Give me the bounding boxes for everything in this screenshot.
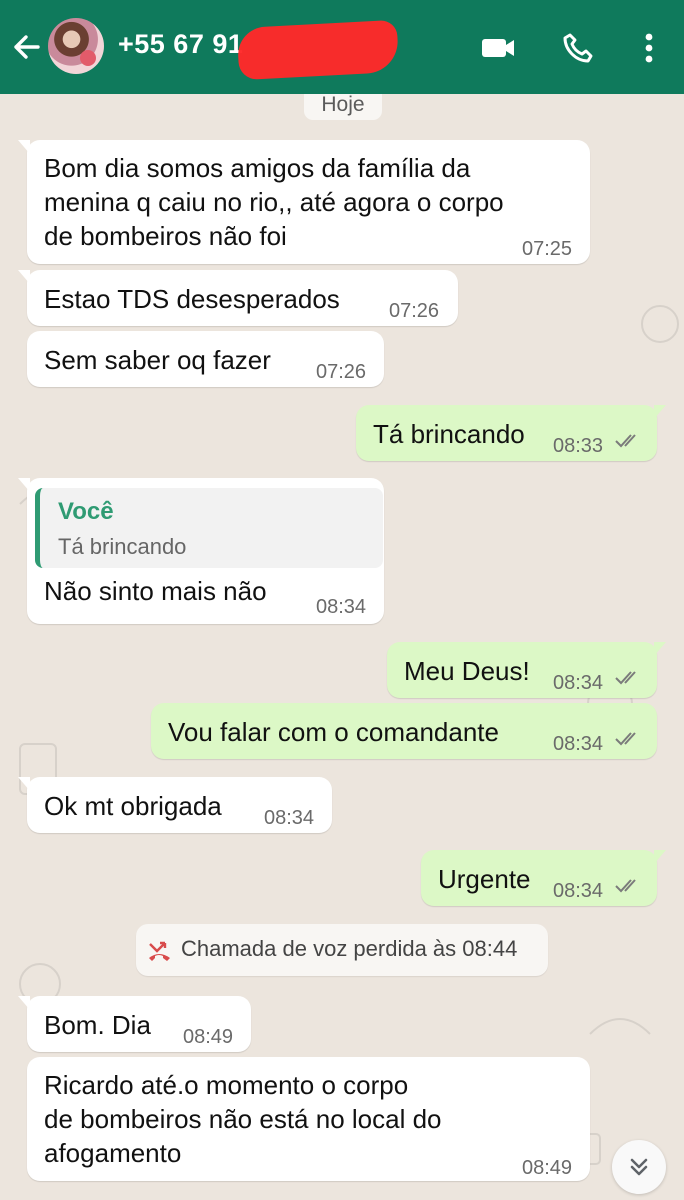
message-outgoing[interactable]: Urgente 08:34 <box>421 850 666 906</box>
message-line: afogamento <box>44 1138 182 1168</box>
message-incoming[interactable]: Ok mt obrigada 08:34 <box>18 777 332 833</box>
video-call-icon <box>482 39 514 57</box>
read-ticks-icon <box>615 434 636 448</box>
read-ticks-icon <box>615 879 636 893</box>
message-line: Bom dia somos amigos da família da <box>44 153 471 183</box>
chat-header: +55 67 91 <box>0 0 684 94</box>
voice-call-button[interactable] <box>557 28 599 68</box>
message-time: 08:34 <box>264 807 315 829</box>
message-text: Tá brincando <box>373 419 525 449</box>
message-time: 07:26 <box>389 300 440 322</box>
redaction-scribble <box>236 19 400 81</box>
message-incoming[interactable]: Bom dia somos amigos da família da menin… <box>18 140 590 264</box>
message-incoming[interactable]: Ricardo até.o momento o corpo de bombeir… <box>27 1057 590 1181</box>
message-time: 08:34 <box>553 672 604 694</box>
read-ticks-icon <box>615 671 636 685</box>
chat-area[interactable]: Hoje Bom dia somos amigos da família da … <box>0 94 684 1200</box>
message-text: Ricardo até.o momento o corpo de bombeir… <box>44 1068 442 1170</box>
message-time: 07:26 <box>316 361 367 383</box>
message-text: Sem saber oq fazer <box>44 345 271 375</box>
message-incoming[interactable]: Bom. Dia 08:49 <box>18 996 251 1052</box>
message-text: Ok mt obrigada <box>44 791 222 821</box>
message-text: Bom. Dia <box>44 1010 151 1040</box>
date-separator: Hoje <box>304 94 382 120</box>
message-text: Não sinto mais não <box>44 576 267 606</box>
message-text: Urgente <box>438 864 531 894</box>
message-line: Ricardo até.o momento o corpo <box>44 1070 409 1100</box>
message-incoming[interactable]: Sem saber oq fazer 07:26 <box>27 331 384 387</box>
missed-call-icon <box>149 941 170 961</box>
missed-call-text: Chamada de voz perdida às 08:44 <box>181 936 518 961</box>
quoted-message[interactable]: Você Tá brincando <box>35 488 383 568</box>
message-incoming[interactable]: Estao TDS desesperados 07:26 <box>18 270 458 326</box>
message-text: Estao TDS desesperados <box>44 284 340 314</box>
menu-button[interactable] <box>628 28 670 68</box>
quoted-author: Você <box>58 498 114 525</box>
quoted-text: Tá brincando <box>58 534 187 559</box>
message-text: Bom dia somos amigos da família da menin… <box>44 151 504 253</box>
scroll-to-bottom-button[interactable] <box>612 1140 666 1194</box>
message-line: menina q caiu no rio,, até agora o corpo <box>44 187 504 217</box>
contact-name[interactable]: +55 67 91 <box>118 29 243 60</box>
back-button[interactable] <box>8 30 46 64</box>
message-time: 08:34 <box>553 733 604 755</box>
message-time: 08:34 <box>316 596 367 618</box>
message-time: 08:49 <box>183 1026 234 1048</box>
message-time: 08:34 <box>553 880 604 902</box>
phone-icon <box>563 33 593 63</box>
arrow-left-icon <box>14 35 40 59</box>
message-text: Meu Deus! <box>404 656 530 686</box>
message-time: 08:33 <box>553 435 604 457</box>
message-line: de bombeiros não foi <box>44 221 287 251</box>
more-vert-icon <box>645 33 653 63</box>
read-ticks-icon <box>615 732 636 746</box>
message-outgoing[interactable]: Tá brincando 08:33 <box>356 405 666 461</box>
message-outgoing[interactable]: Meu Deus! 08:34 <box>387 642 666 698</box>
message-text: Vou falar com o comandante <box>168 717 499 747</box>
message-time: 07:25 <box>522 238 573 260</box>
video-call-button[interactable] <box>477 28 519 68</box>
message-outgoing[interactable]: Vou falar com o comandante 08:34 <box>151 703 657 759</box>
contact-avatar[interactable] <box>48 18 104 74</box>
missed-call-notice[interactable]: Chamada de voz perdida às 08:44 <box>136 924 548 976</box>
message-incoming-reply[interactable]: Você Tá brincando Não sinto mais não 08:… <box>18 478 384 624</box>
message-time: 08:49 <box>522 1157 573 1179</box>
chevron-double-down-icon <box>630 1158 648 1176</box>
message-line: de bombeiros não está no local do <box>44 1104 442 1134</box>
